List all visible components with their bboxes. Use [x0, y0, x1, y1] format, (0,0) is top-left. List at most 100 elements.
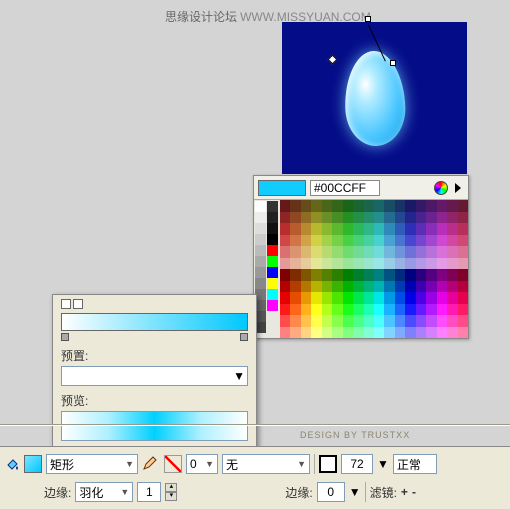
palette-cell[interactable]: [405, 258, 415, 270]
palette-cell[interactable]: [364, 327, 374, 339]
palette-cell[interactable]: [301, 212, 311, 224]
edge2-input[interactable]: [317, 482, 345, 502]
palette-cell[interactable]: [290, 246, 300, 258]
spinner[interactable]: ▴▾: [165, 483, 177, 501]
dropdown-icon[interactable]: ▼: [377, 457, 389, 471]
palette-cell[interactable]: [301, 200, 311, 212]
palette-cell[interactable]: [405, 200, 415, 212]
palette-cell[interactable]: [364, 235, 374, 247]
fill-swatch[interactable]: [24, 455, 42, 473]
palette-cell[interactable]: [353, 223, 363, 235]
palette-cell[interactable]: [405, 269, 415, 281]
palette-cell[interactable]: [426, 200, 436, 212]
gradient-bar[interactable]: [61, 313, 248, 331]
palette-cell[interactable]: [290, 212, 300, 224]
palette-cell[interactable]: [280, 304, 290, 316]
palette-cell[interactable]: [416, 292, 426, 304]
palette-cell[interactable]: [301, 281, 311, 293]
palette-cell[interactable]: [343, 292, 353, 304]
palette-cell[interactable]: [395, 269, 405, 281]
grayscale-ramp[interactable]: [254, 200, 280, 338]
palette-cell[interactable]: [280, 269, 290, 281]
palette-cell[interactable]: [405, 223, 415, 235]
palette-cell[interactable]: [290, 304, 300, 316]
palette-cell[interactable]: [343, 223, 353, 235]
palette-cell[interactable]: [364, 212, 374, 224]
palette-cell[interactable]: [290, 258, 300, 270]
palette-cell[interactable]: [290, 200, 300, 212]
palette-cell[interactable]: [384, 269, 394, 281]
gray-cell[interactable]: [267, 256, 278, 267]
palette-cell[interactable]: [416, 269, 426, 281]
palette-cell[interactable]: [416, 327, 426, 339]
palette-cell[interactable]: [447, 304, 457, 316]
palette-cell[interactable]: [322, 223, 332, 235]
palette-cell[interactable]: [332, 235, 342, 247]
palette-cell[interactable]: [343, 269, 353, 281]
palette-cell[interactable]: [311, 292, 321, 304]
palette-cell[interactable]: [290, 235, 300, 247]
palette-cell[interactable]: [405, 235, 415, 247]
palette-cell[interactable]: [364, 200, 374, 212]
gradient-stop[interactable]: [61, 333, 69, 341]
palette-cell[interactable]: [384, 246, 394, 258]
palette-cell[interactable]: [437, 327, 447, 339]
palette-cell[interactable]: [353, 269, 363, 281]
palette-cell[interactable]: [332, 223, 342, 235]
palette-cell[interactable]: [437, 315, 447, 327]
palette-cell[interactable]: [395, 258, 405, 270]
palette-cell[interactable]: [416, 304, 426, 316]
palette-cell[interactable]: [447, 281, 457, 293]
palette-cell[interactable]: [458, 281, 468, 293]
blend-mode-select[interactable]: 正常: [393, 454, 437, 474]
palette-cell[interactable]: [332, 212, 342, 224]
current-color-swatch[interactable]: [258, 180, 306, 196]
palette-cell[interactable]: [426, 304, 436, 316]
palette-cell[interactable]: [343, 327, 353, 339]
palette-cell[interactable]: [426, 258, 436, 270]
palette-cell[interactable]: [426, 223, 436, 235]
palette-cell[interactable]: [322, 212, 332, 224]
palette-cell[interactable]: [405, 246, 415, 258]
palette-cell[interactable]: [353, 304, 363, 316]
add-filter-btn[interactable]: +: [401, 485, 408, 499]
palette-cell[interactable]: [374, 200, 384, 212]
gray-cell[interactable]: [255, 267, 266, 278]
canvas[interactable]: [282, 22, 467, 174]
palette-cell[interactable]: [311, 315, 321, 327]
palette-cell[interactable]: [332, 246, 342, 258]
palette-cell[interactable]: [395, 223, 405, 235]
palette-cell[interactable]: [395, 246, 405, 258]
gray-cell[interactable]: [255, 201, 266, 212]
gray-cell[interactable]: [267, 223, 278, 234]
palette-cell[interactable]: [447, 269, 457, 281]
palette-cell[interactable]: [384, 200, 394, 212]
transform-handle[interactable]: [390, 60, 396, 66]
palette-cell[interactable]: [311, 281, 321, 293]
edge-mode-select[interactable]: 羽化▼: [75, 482, 133, 502]
color-wheel-icon[interactable]: [434, 181, 448, 195]
palette-cell[interactable]: [458, 235, 468, 247]
palette-cell[interactable]: [416, 281, 426, 293]
color-picker-panel[interactable]: [253, 175, 469, 339]
hex-input[interactable]: [310, 180, 380, 196]
palette-cell[interactable]: [364, 269, 374, 281]
shape-select[interactable]: 矩形▼: [46, 454, 138, 474]
gray-cell[interactable]: [267, 201, 278, 212]
gray-cell[interactable]: [267, 300, 278, 311]
palette-cell[interactable]: [405, 315, 415, 327]
palette-cell[interactable]: [364, 258, 374, 270]
palette-cell[interactable]: [322, 292, 332, 304]
gray-cell[interactable]: [267, 245, 278, 256]
palette-cell[interactable]: [458, 258, 468, 270]
palette-cell[interactable]: [364, 292, 374, 304]
palette-cell[interactable]: [416, 223, 426, 235]
palette-cell[interactable]: [426, 315, 436, 327]
palette-cell[interactable]: [290, 315, 300, 327]
palette-cell[interactable]: [374, 304, 384, 316]
palette-cell[interactable]: [437, 246, 447, 258]
palette-cell[interactable]: [374, 223, 384, 235]
palette-cell[interactable]: [437, 258, 447, 270]
palette-cell[interactable]: [384, 281, 394, 293]
palette-cell[interactable]: [405, 292, 415, 304]
